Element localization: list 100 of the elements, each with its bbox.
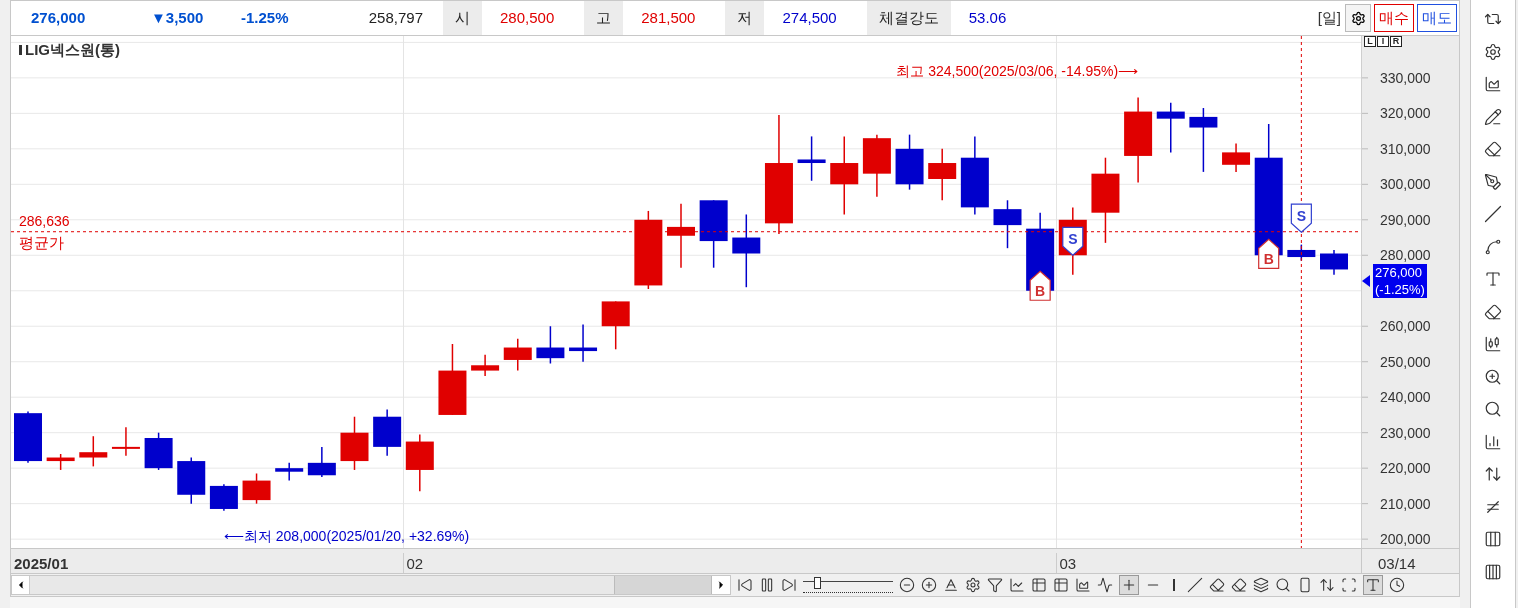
price-axis-label: 260,000 <box>1380 318 1431 335</box>
candlestick <box>667 203 695 269</box>
text-label-button[interactable] <box>1362 575 1383 595</box>
sell-button[interactable]: 매도 <box>1417 4 1457 32</box>
candlestick-icon[interactable] <box>1484 335 1502 353</box>
zoom-slider[interactable] <box>803 577 893 593</box>
candlestick <box>699 199 728 269</box>
candlestick <box>1320 249 1348 276</box>
pen-icon[interactable] <box>1484 172 1502 191</box>
scrollbar-thumb[interactable] <box>614 576 712 594</box>
skip-forward-icon[interactable] <box>781 577 797 593</box>
diagonal-line-icon[interactable] <box>1186 577 1203 593</box>
date-axis-label: 2025/01 <box>14 554 69 574</box>
date-axis-label: 02 <box>403 553 424 573</box>
line-tool-icon[interactable] <box>1484 205 1502 223</box>
zoom-in-icon[interactable] <box>921 577 937 593</box>
candlestick <box>144 431 173 471</box>
columns-icon[interactable] <box>1484 562 1502 581</box>
columns-icon[interactable] <box>1484 530 1502 548</box>
price-axis-label: 290,000 <box>1380 211 1431 228</box>
price-axis-label: 300,000 <box>1380 176 1431 193</box>
area-chart-icon[interactable] <box>1484 75 1502 93</box>
candlestick <box>895 133 924 191</box>
current-price: 276,000 <box>30 7 87 28</box>
candlestick <box>601 300 630 351</box>
candlestick <box>14 410 42 464</box>
candlestick <box>1222 142 1251 173</box>
horizontal-scrollbar[interactable] <box>11 575 731 595</box>
zoom-out-icon[interactable] <box>899 577 915 593</box>
pause-icon[interactable] <box>759 577 775 593</box>
candlestick <box>503 337 532 372</box>
eraser-icon[interactable] <box>1208 577 1225 593</box>
low-price-note: ⟵최저 208,000(2025/01/20, +32.69%) <box>223 527 470 544</box>
search-icon[interactable] <box>1274 577 1291 593</box>
buy-button[interactable]: 매수 <box>1374 4 1414 32</box>
eraser-icon[interactable] <box>1484 302 1502 321</box>
candlestick <box>536 325 565 365</box>
layers-icon[interactable] <box>1252 577 1269 593</box>
table-icon[interactable] <box>1031 577 1047 593</box>
candlestick <box>797 135 826 182</box>
bar-chart-icon[interactable] <box>1484 432 1502 451</box>
change-rate: -1.25% <box>240 7 290 28</box>
average-price: 286,636 <box>19 212 70 229</box>
candlestick <box>373 408 402 457</box>
fit-screen-icon[interactable] <box>1340 577 1357 593</box>
price-change: ▼3,500 <box>150 7 205 28</box>
candlestick <box>471 353 500 377</box>
field-label: 고 <box>584 1 624 35</box>
area-chart-icon[interactable] <box>1075 577 1091 593</box>
line-chart-icon[interactable] <box>1009 577 1025 593</box>
text-tool-icon[interactable] <box>1484 270 1502 288</box>
eraser-icon[interactable] <box>1484 140 1502 158</box>
candlestick <box>177 456 206 505</box>
font-icon[interactable] <box>943 577 959 593</box>
field-value: 53.06 <box>967 7 1008 28</box>
period-label[interactable]: [일] <box>1317 1 1345 35</box>
scale-mode-button[interactable]: L <box>1364 36 1376 47</box>
eraser-icon[interactable] <box>1230 577 1247 593</box>
volume: 258,797 <box>367 7 424 28</box>
scale-mode-button[interactable]: I <box>1377 36 1389 47</box>
title-bar-icon <box>19 45 22 55</box>
price-axis-label: 250,000 <box>1380 353 1431 370</box>
price-axis-label: 280,000 <box>1380 247 1431 264</box>
skip-back-icon[interactable] <box>737 577 753 593</box>
price-axis-label: 210,000 <box>1380 495 1431 512</box>
field-label: 저 <box>725 1 765 35</box>
candlestick <box>1156 101 1185 154</box>
candlestick <box>405 433 434 492</box>
field-value: 274,500 <box>781 7 838 28</box>
zoom-in-icon[interactable] <box>1484 367 1502 386</box>
settings-icon[interactable] <box>1484 42 1502 61</box>
price-axis-label: 310,000 <box>1380 140 1431 157</box>
field-label: 체결강도 <box>866 1 951 35</box>
swap-icon[interactable] <box>1318 577 1335 593</box>
price-axis-label: 240,000 <box>1380 389 1431 406</box>
current-price-tag: 276,000 (-1.25%) <box>1373 264 1427 299</box>
price-axis-label: 230,000 <box>1380 424 1431 441</box>
field-label: 시 <box>443 1 482 35</box>
wave-icon[interactable] <box>1097 577 1113 593</box>
crosshair-button[interactable] <box>1119 575 1139 595</box>
spline-icon[interactable] <box>1484 237 1502 256</box>
candlestick <box>862 133 891 198</box>
candlestick <box>111 426 140 457</box>
last-date-label: 03/14 <box>1361 549 1459 573</box>
average-price-caption: 평균가 <box>19 233 64 251</box>
pencil-line-icon[interactable] <box>1484 107 1502 126</box>
high-price-note: 최고 324,500(2025/03/06, -14.95%)⟶ <box>896 63 1139 80</box>
candlestick <box>340 415 369 471</box>
table-icon[interactable] <box>1053 577 1069 593</box>
candlestick <box>1189 107 1218 173</box>
settings-button[interactable] <box>1345 4 1371 32</box>
swap-icon[interactable] <box>1484 465 1502 483</box>
settings-icon[interactable] <box>965 577 981 593</box>
candlestick <box>928 148 957 202</box>
search-icon[interactable] <box>1484 400 1502 418</box>
candlestick <box>569 323 598 363</box>
clock-icon[interactable] <box>1388 577 1405 593</box>
sell-marker: S <box>1290 203 1312 233</box>
scale-mode-button[interactable]: R <box>1390 36 1402 47</box>
funnel-icon[interactable] <box>987 577 1003 593</box>
